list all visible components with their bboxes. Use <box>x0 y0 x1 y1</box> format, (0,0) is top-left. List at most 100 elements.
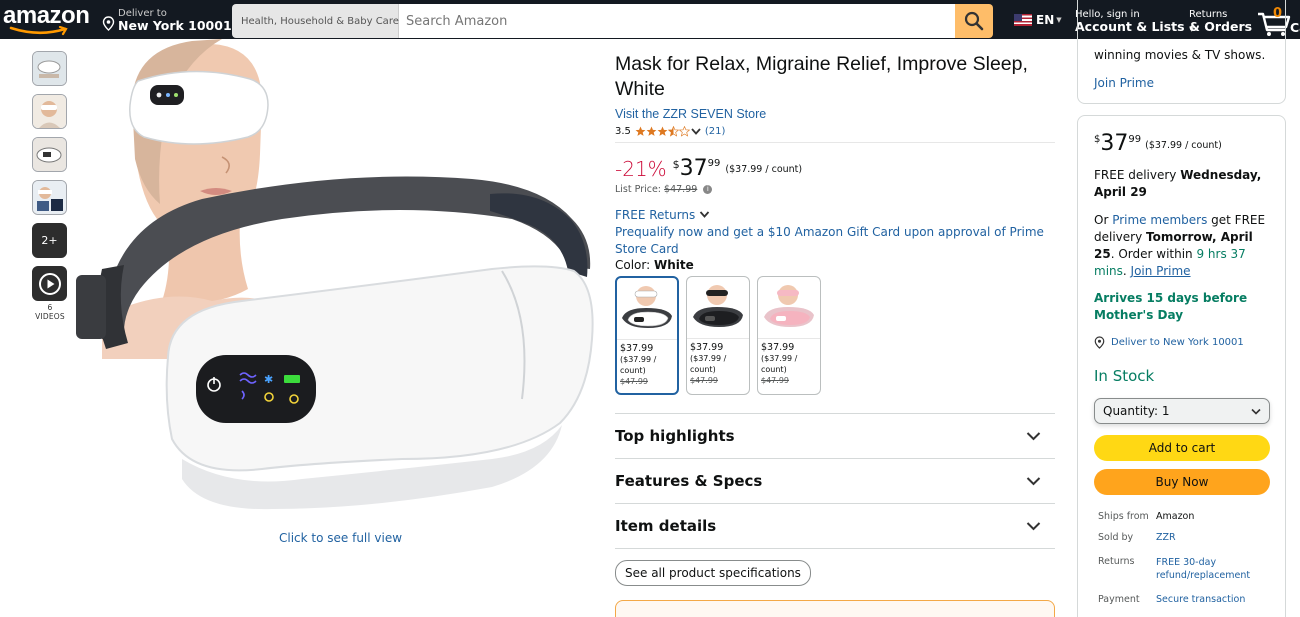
videos-thumbnail[interactable] <box>32 266 67 301</box>
list-price-value: $47.99 <box>664 184 698 195</box>
add-to-cart-button[interactable]: Add to cart <box>1094 435 1270 461</box>
see-all-specs-button[interactable]: See all product specifications <box>615 560 811 586</box>
buybox-price: $ 37 99 ($37.99 / count) <box>1094 131 1222 157</box>
chevron-down-icon <box>1251 408 1261 415</box>
swatch-price: $37.99 <box>761 342 795 353</box>
product-thumbnail-image <box>33 181 66 214</box>
thumbnail-1[interactable] <box>32 51 67 86</box>
swatch-unit-price: ($37.99 / count) <box>690 354 727 374</box>
returns-policy-link[interactable]: FREE 30-day refund/replacement <box>1156 556 1254 582</box>
search-input[interactable] <box>399 4 955 38</box>
language-selector[interactable]: EN ▼ <box>1014 13 1062 27</box>
more-images-button[interactable]: 2+ <box>32 223 67 258</box>
divider <box>615 142 1055 143</box>
chevron-down-icon <box>1026 432 1041 441</box>
section-features-specs[interactable]: Features & Specs <box>615 459 1055 504</box>
sold-by-link[interactable]: ZZR <box>1156 532 1176 544</box>
main-product-image[interactable]: ✱ <box>72 39 602 531</box>
price-whole: 37 <box>679 156 708 181</box>
section-item-details[interactable]: Item details <box>615 504 1055 549</box>
swatch-price-block: $37.99 ($37.99 / count) $47.99 <box>687 339 749 386</box>
location-pin-icon <box>102 16 115 31</box>
quantity-label: Quantity: <box>1103 404 1159 418</box>
quantity-select[interactable]: Quantity: 1 <box>1094 398 1270 424</box>
empty-star-icon <box>678 126 690 137</box>
fastest-delivery-text: Or Prime members get FREE delivery Tomor… <box>1094 213 1266 278</box>
svg-text:✱: ✱ <box>264 373 273 386</box>
search-category-dropdown[interactable]: Health, Household & Baby Care ▼ <box>232 4 408 38</box>
swatch-unit-price: ($37.99 / count) <box>620 355 657 375</box>
search-category-label: Health, Household & Baby Care <box>241 15 399 27</box>
deliver-to-text: Deliver to New York 10001 <box>1111 337 1244 348</box>
chevron-down-icon <box>1026 522 1041 531</box>
thumbnail-3[interactable] <box>32 137 67 172</box>
swatch-list-price: $47.99 <box>761 376 789 385</box>
prime-members-link[interactable]: Prime members <box>1112 213 1207 227</box>
swatch-price: $37.99 <box>690 342 724 353</box>
swatch-unit-price: ($37.99 / count) <box>761 354 798 374</box>
swatch-price: $37.99 <box>620 343 654 354</box>
star-icon <box>657 126 668 136</box>
swatch-pink[interactable]: $37.99 ($37.99 / count) $47.99 <box>757 276 821 395</box>
product-details: Mask for Relax, Migraine Relief, Improve… <box>615 39 1055 586</box>
info-icon[interactable]: i <box>703 185 713 194</box>
payment-label: Payment <box>1098 594 1140 605</box>
color-label: Color: White <box>615 258 1055 272</box>
free-returns-link[interactable]: FREE Returns <box>615 208 1055 222</box>
product-title: Mask for Relax, Migraine Relief, Improve… <box>615 53 1028 100</box>
search-icon <box>964 11 984 31</box>
ships-from-value: Amazon <box>1156 511 1195 522</box>
list-price: List Price: $47.99 i <box>615 184 1055 195</box>
section-title: Item details <box>615 517 717 535</box>
product-thumbnail-image <box>33 95 66 128</box>
half-star-icon <box>667 126 679 137</box>
prime-promo-box: winning movies & TV shows. Join Prime <box>1077 0 1286 104</box>
color-label-text: Color: <box>615 258 651 272</box>
promo-box <box>615 600 1055 617</box>
join-prime-link[interactable]: Join Prime <box>1094 76 1154 90</box>
swatch-image <box>617 278 677 340</box>
swatch-white[interactable]: $37.99 ($37.99 / count) $47.99 <box>615 276 679 395</box>
swatch-black[interactable]: $37.99 ($37.99 / count) $47.99 <box>686 276 750 395</box>
thumbnail-2[interactable] <box>32 94 67 129</box>
swatch-image <box>758 277 820 339</box>
search-button[interactable] <box>955 4 993 38</box>
cart-label: Ca <box>1290 20 1300 35</box>
ships-from-label: Ships from <box>1098 511 1149 522</box>
mothers-day-notice: Arrives 15 days before Mother's Day <box>1094 291 1248 322</box>
deliver-to-location[interactable]: Deliver to New York 10001 <box>102 9 232 33</box>
full-view-link[interactable]: Click to see full view <box>279 531 402 545</box>
prequalify-link[interactable]: Prequalify now and get a $10 Amazon Gift… <box>615 224 1055 258</box>
swatch-list-price: $47.99 <box>690 376 718 385</box>
product-thumbnail-image <box>33 138 66 171</box>
rating-count[interactable]: (21) <box>705 126 726 137</box>
price-per-unit: ($37.99 / count) <box>725 164 803 175</box>
deliver-to-city: New York 10001 <box>118 18 232 33</box>
rating-stars[interactable] <box>635 126 702 137</box>
black-mask-image <box>693 284 743 327</box>
swatch-price-block: $37.99 ($37.99 / count) $47.99 <box>617 340 677 387</box>
star-icon <box>635 126 646 136</box>
color-swatches: $37.99 ($37.99 / count) $47.99 $37.99 ($… <box>615 276 1055 395</box>
amazon-logo[interactable]: amazon <box>3 4 90 36</box>
store-link[interactable]: Visit the ZZR SEVEN Store <box>615 107 1055 121</box>
rating-value: 3.5 <box>615 126 631 137</box>
price-symbol: $ <box>672 158 680 171</box>
buy-now-button[interactable]: Buy Now <box>1094 469 1270 495</box>
pink-mask-image <box>764 284 814 327</box>
us-flag-icon <box>1014 14 1032 26</box>
white-mask-image <box>622 285 672 328</box>
language-code: EN <box>1036 13 1055 27</box>
payment-row: Payment Secure transaction <box>1094 594 1270 606</box>
thumbnail-4[interactable] <box>32 180 67 215</box>
free-delivery-text: FREE delivery Wednesday, April 29 <box>1094 167 1274 201</box>
quantity-value: 1 <box>1161 404 1170 418</box>
stock-status: In Stock <box>1094 367 1155 385</box>
payment-link[interactable]: Secure transaction <box>1156 594 1245 606</box>
price-fraction: 99 <box>707 158 721 169</box>
more-images-label: 2+ <box>41 234 58 247</box>
deliver-to-link[interactable]: Deliver to New York 10001 <box>1094 336 1244 349</box>
details-accordion: Top highlights Features & Specs Item det… <box>615 413 1055 549</box>
join-prime-link[interactable]: Join Prime <box>1131 264 1191 278</box>
section-top-highlights[interactable]: Top highlights <box>615 414 1055 459</box>
